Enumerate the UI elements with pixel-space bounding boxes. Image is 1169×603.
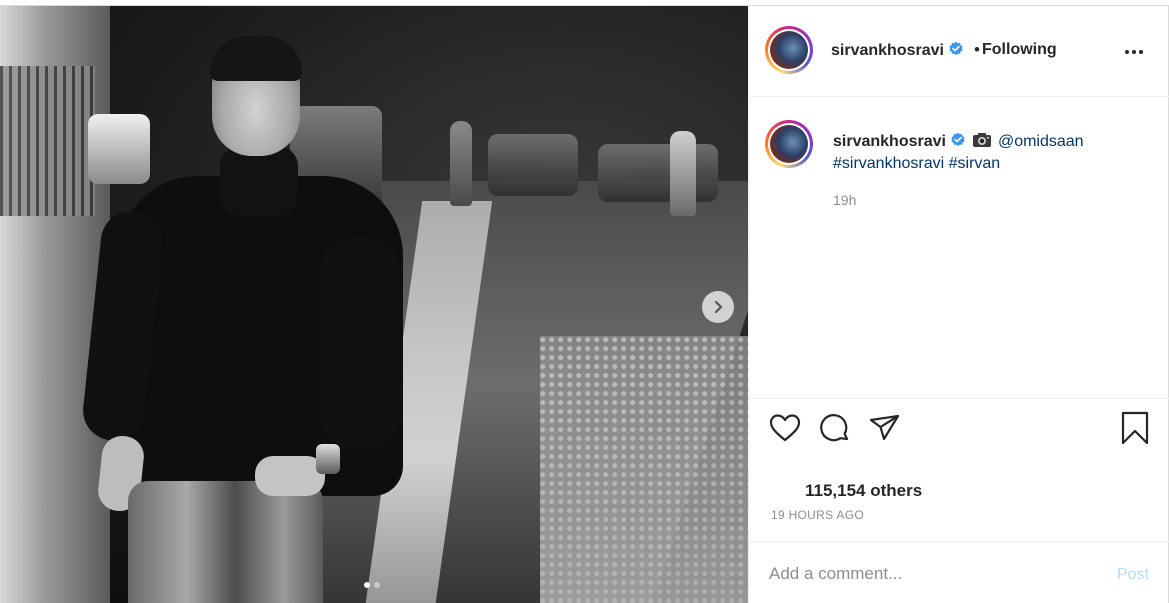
next-photo-button[interactable] <box>702 291 734 323</box>
carousel-dot <box>374 582 380 588</box>
bookmark-icon[interactable] <box>1117 410 1153 446</box>
post-caption: sirvankhosravi @omidsaan #sirvankhosravi … <box>833 131 1153 175</box>
post-time-ago[interactable]: 19 HOURS AGO <box>771 508 864 522</box>
hashtag-link[interactable]: #sirvan <box>949 155 1001 172</box>
avatar[interactable] <box>765 26 813 74</box>
following-button[interactable]: Following <box>982 41 1057 59</box>
more-options-icon[interactable] <box>1121 42 1147 62</box>
carousel-dot-active <box>364 582 370 588</box>
header-username[interactable]: sirvankhosravi <box>831 41 964 60</box>
post-dialog: sirvankhosravi • Following sirvankhosrav… <box>0 5 1169 603</box>
heart-icon[interactable] <box>767 410 803 446</box>
share-icon[interactable] <box>867 410 903 446</box>
post-comment-button[interactable]: Post <box>1117 566 1149 584</box>
mention-link[interactable]: @omidsaan <box>998 133 1084 150</box>
comment-icon[interactable] <box>817 410 853 446</box>
hashtag-link[interactable]: #sirvankhosravi <box>833 155 944 172</box>
verified-badge-icon <box>949 41 963 55</box>
separator-dot: • <box>974 40 980 59</box>
caption-username[interactable]: sirvankhosravi <box>833 132 966 150</box>
caption-timestamp[interactable]: 19h <box>833 192 856 208</box>
likes-count[interactable]: 115,154 others <box>805 481 922 501</box>
comment-composer: Post <box>749 541 1169 603</box>
post-actions <box>749 410 1169 454</box>
carousel-indicator <box>364 582 380 588</box>
verified-badge-icon <box>951 132 965 146</box>
post-side-panel: sirvankhosravi • Following sirvankhosrav… <box>748 6 1169 603</box>
post-photo[interactable] <box>0 6 748 603</box>
avatar[interactable] <box>765 120 813 168</box>
caption-section: sirvankhosravi @omidsaan #sirvankhosravi … <box>749 97 1169 399</box>
chevron-right-icon <box>714 300 723 314</box>
comment-input[interactable] <box>769 562 1089 586</box>
camera-icon <box>972 133 991 147</box>
post-header: sirvankhosravi • Following <box>749 6 1169 97</box>
